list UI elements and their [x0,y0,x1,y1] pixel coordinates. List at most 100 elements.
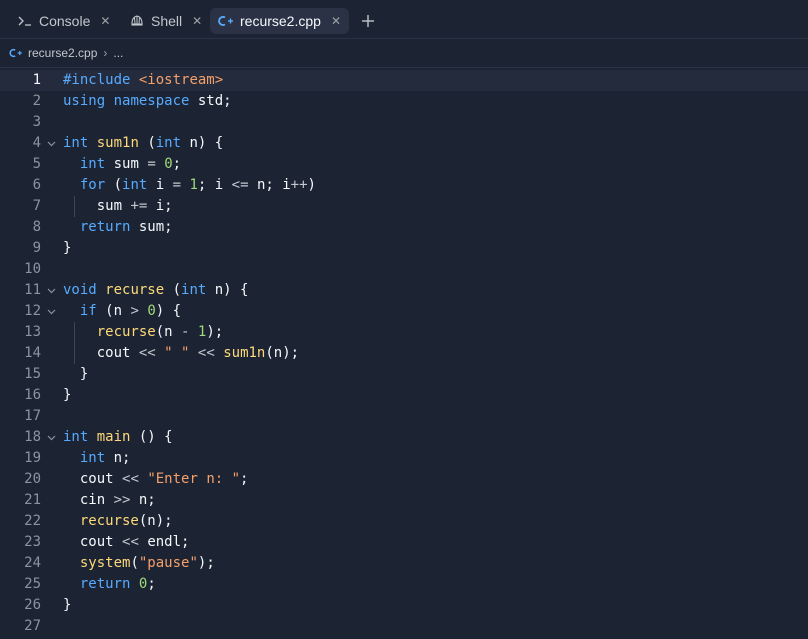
line-number: 7 [32,198,41,214]
tab-label: Shell [151,13,183,29]
code-text: } [63,597,72,613]
code-text: } [63,387,72,403]
code-text: recurse(n); [79,513,173,529]
code-line[interactable]: 16} [0,385,808,406]
code-text: void recurse (int n) { [63,282,249,298]
code-line[interactable]: 13 recurse(n - 1); [0,322,808,343]
fold-chevron-icon[interactable] [45,427,57,448]
code-line[interactable]: 3 [0,112,808,133]
code-line[interactable]: 21 cin >> n; [0,490,808,511]
line-number: 15 [24,366,41,382]
line-number: 21 [24,492,41,508]
line-number: 20 [24,471,41,487]
code-line[interactable]: 20 cout << "Enter n: "; [0,469,808,490]
code-text: recurse(n - 1); [96,324,224,340]
line-number: 2 [32,93,41,109]
code-line[interactable]: 27 [0,616,808,637]
code-text: #include <iostream> [63,72,224,88]
tab-label: recurse2.cpp [240,13,321,29]
breadcrumb: recurse2.cpp › ... [0,39,808,68]
tab-bar: Console ✕ Shell ✕ recurse2.cpp ✕ [0,0,808,39]
line-number: 24 [24,555,41,571]
close-icon[interactable]: ✕ [100,14,110,28]
terminal-icon [17,15,33,27]
code-line[interactable]: 18 int main () { [0,427,808,448]
code-text: cin >> n; [63,492,156,508]
code-line[interactable]: 15 } [0,364,808,385]
code-line[interactable]: 11 void recurse (int n) { [0,280,808,301]
code-line[interactable]: 1 #include <iostream> [0,70,808,91]
code-line[interactable]: 4 int sum1n (int n) { [0,133,808,154]
cpp-file-icon [218,15,234,27]
fold-chevron-icon[interactable] [45,133,57,154]
line-number: 18 [24,429,41,445]
line-number: 16 [24,387,41,403]
code-line[interactable]: 19 int n; [0,448,808,469]
code-line[interactable]: 6 for (int i = 1; i <= n; i++) [0,175,808,196]
close-icon[interactable]: ✕ [192,14,202,28]
chevron-right-icon: › [103,46,108,60]
code-editor[interactable]: 1 #include <iostream> 2 using namespace std… [0,68,808,639]
code-text: return 0; [79,576,156,592]
code-line[interactable]: 9} [0,238,808,259]
tab-shell[interactable]: Shell ✕ [121,8,210,34]
line-number: 8 [32,219,41,235]
line-number: 3 [32,114,41,130]
close-icon[interactable]: ✕ [331,14,341,28]
line-number: 10 [24,261,41,277]
breadcrumb-file[interactable]: recurse2.cpp [28,46,97,60]
code-line[interactable]: 12 if (n > 0) { [0,301,808,322]
code-line[interactable]: 17 [0,406,808,427]
line-number: 5 [32,156,41,172]
code-text: cout << " " << sum1n(n); [63,345,300,361]
line-number: 12 [24,303,41,319]
code-line[interactable]: 25 return 0; [0,574,808,595]
line-number: 1 [32,72,41,88]
line-number: 13 [24,324,41,340]
indent-guide [73,322,75,364]
code-line[interactable]: 2 using namespace std; [0,91,808,112]
line-number: 19 [24,450,41,466]
code-text: for (int i = 1; i <= n; i++) [79,177,316,193]
line-number: 6 [32,177,41,193]
code-text: } [63,366,89,382]
code-line[interactable]: 10 [0,259,808,280]
code-line[interactable]: 26} [0,595,808,616]
add-tab-button[interactable] [358,9,378,33]
code-line[interactable]: 5 int sum = 0; [0,154,808,175]
code-text: if (n > 0) { [79,303,182,319]
code-text: } [63,240,72,256]
tab-label: Console [39,13,91,29]
code-line[interactable]: 24 system("pause"); [0,553,808,574]
line-number: 9 [32,240,41,256]
code-text: int n; [79,450,131,466]
shell-icon [129,14,145,28]
line-number: 26 [24,597,41,613]
cpp-file-icon [9,48,23,58]
line-number: 11 [24,282,41,298]
code-line[interactable]: 8 return sum; [0,217,808,238]
code-line[interactable]: 14 cout << " " << sum1n(n); [0,343,808,364]
tab-recurse2-cpp[interactable]: recurse2.cpp ✕ [210,8,349,34]
code-line[interactable]: 7 sum += i; [0,196,808,217]
line-number: 4 [32,135,41,151]
line-number: 22 [24,513,41,529]
plus-icon [362,15,374,27]
fold-chevron-icon[interactable] [45,280,57,301]
code-line[interactable]: 23 cout << endl; [0,532,808,553]
indent-guide [73,196,75,217]
code-text: cout << endl; [63,534,190,550]
breadcrumb-more[interactable]: ... [113,46,123,60]
code-text: int sum = 0; [79,156,182,172]
code-text: system("pause"); [79,555,215,571]
code-text: int sum1n (int n) { [63,135,224,151]
line-number: 25 [24,576,41,592]
code-text: int main () { [63,429,173,445]
code-line[interactable]: 22 recurse(n); [0,511,808,532]
code-text: return sum; [79,219,173,235]
tab-console[interactable]: Console ✕ [9,8,118,34]
fold-chevron-icon[interactable] [45,301,57,322]
line-number: 23 [24,534,41,550]
code-text: cout << "Enter n: "; [63,471,249,487]
line-number: 17 [24,408,41,424]
